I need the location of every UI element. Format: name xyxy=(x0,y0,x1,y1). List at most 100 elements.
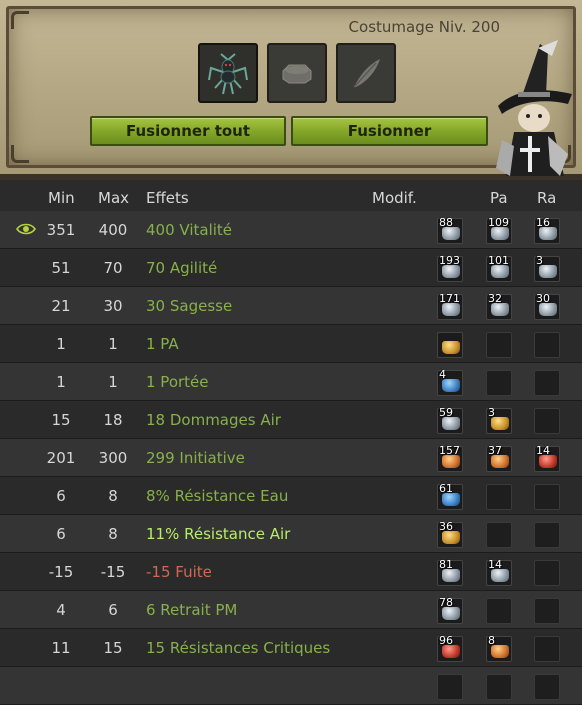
rune-slot-modif[interactable]: 61 xyxy=(437,482,463,510)
effect-text: 8% Résistance Eau xyxy=(146,487,289,505)
frame-corner xyxy=(11,11,29,29)
rune-slot-modif[interactable]: 157 xyxy=(437,444,463,472)
rune-slot-modif[interactable]: 59 xyxy=(437,406,463,434)
rune-slot-pa[interactable]: 8 xyxy=(486,634,512,662)
fuse-all-button[interactable]: Fusionner tout xyxy=(90,116,286,146)
rune-quantity: 171 xyxy=(439,292,460,305)
rune-quantity: 157 xyxy=(439,444,460,457)
rune-slot-modif[interactable]: 36 xyxy=(437,520,463,548)
table-row[interactable]: 21 30 30 Sagesse 171 32 30 xyxy=(0,287,582,325)
rune-slot-ra[interactable] xyxy=(534,674,560,700)
rune-slot-pa[interactable]: 37 xyxy=(486,444,512,472)
min-value: 6 xyxy=(56,487,66,505)
max-value: 15 xyxy=(103,639,123,657)
feather-icon xyxy=(353,59,380,88)
feather-slot[interactable] xyxy=(336,43,396,103)
min-value: 15 xyxy=(51,411,71,429)
table-row[interactable]: 11 15 15 Résistances Critiques 96 8 xyxy=(0,629,582,667)
min-value: 21 xyxy=(51,297,71,315)
rune-slot-modif[interactable]: 88 xyxy=(437,216,463,244)
octagon-rune-icon xyxy=(282,64,312,84)
rune-slot-ra[interactable]: 16 xyxy=(534,216,560,244)
table-row[interactable]: 51 70 70 Agilité 193 101 3 xyxy=(0,249,582,287)
column-header-modif: Modif. xyxy=(372,189,417,207)
costumage-level-label: Costumage Niv. 200 xyxy=(348,18,500,36)
rune-quantity: 14 xyxy=(488,558,502,571)
rune-slot-pa[interactable] xyxy=(486,522,512,548)
column-header-max: Max xyxy=(98,189,130,207)
rune-slot-ra[interactable] xyxy=(534,560,560,586)
rune-slot-modif[interactable]: 4 xyxy=(437,368,463,396)
max-value: 1 xyxy=(108,335,118,353)
max-value: 18 xyxy=(103,411,123,429)
rune-slot-ra[interactable] xyxy=(534,636,560,662)
effect-text: 299 Initiative xyxy=(146,449,245,467)
rune-quantity: 3 xyxy=(488,406,495,419)
rune-slot[interactable] xyxy=(267,43,327,103)
rune-quantity: 61 xyxy=(439,482,453,495)
min-value: 11 xyxy=(51,639,71,657)
rune-quantity: 14 xyxy=(536,444,550,457)
effect-text: 6 Retrait PM xyxy=(146,601,238,619)
rune-quantity: 3 xyxy=(536,254,543,267)
rune-slot-pa[interactable] xyxy=(486,484,512,510)
min-value: 1 xyxy=(56,373,66,391)
rune-slot-modif[interactable]: 193 xyxy=(437,254,463,282)
rune-slot-modif[interactable]: 78 xyxy=(437,596,463,624)
rune-quantity: 101 xyxy=(488,254,509,267)
rune-quantity: 81 xyxy=(439,558,453,571)
rune-slot-ra[interactable] xyxy=(534,598,560,624)
rune-slot-modif[interactable] xyxy=(437,674,463,700)
min-value: 51 xyxy=(51,259,71,277)
rune-slot-ra[interactable] xyxy=(534,370,560,396)
rune-slot-ra[interactable] xyxy=(534,484,560,510)
table-row[interactable]: 351 400 400 Vitalité 88 109 16 xyxy=(0,211,582,249)
rune-slot-pa[interactable] xyxy=(486,332,512,358)
rune-slot-ra[interactable] xyxy=(534,408,560,434)
rune-slot-pa[interactable]: 109 xyxy=(486,216,512,244)
rune-slot-pa[interactable] xyxy=(486,370,512,396)
effects-table: 351 400 400 Vitalité 88 109 16 51 70 70 Agilité 1… xyxy=(0,211,582,705)
rune-slot-ra[interactable]: 14 xyxy=(534,444,560,472)
column-header-pa: Pa xyxy=(490,189,508,207)
min-value: 4 xyxy=(56,601,66,619)
wizard-character-icon xyxy=(496,40,572,176)
item-slot-main[interactable] xyxy=(198,43,258,103)
rune-slot-ra[interactable] xyxy=(534,332,560,358)
rune-slot-modif[interactable]: 81 xyxy=(437,558,463,586)
table-row[interactable]: 6 8 8% Résistance Eau 61 xyxy=(0,477,582,515)
max-value: 300 xyxy=(98,449,128,467)
table-row[interactable]: 6 8 11% Résistance Air 36 xyxy=(0,515,582,553)
table-row[interactable]: -15 -15 -15 Fuite 81 14 xyxy=(0,553,582,591)
rune-slot-modif[interactable]: 171 xyxy=(437,292,463,320)
rune-slot-pa[interactable]: 3 xyxy=(486,406,512,434)
rune-slot-ra[interactable]: 3 xyxy=(534,254,560,282)
rune-slot-pa[interactable]: 32 xyxy=(486,292,512,320)
max-value: 1 xyxy=(108,373,118,391)
column-header-effets: Effets xyxy=(146,189,189,207)
min-value: -15 xyxy=(48,563,74,581)
table-row[interactable]: 15 18 18 Dommages Air 59 3 xyxy=(0,401,582,439)
table-row[interactable]: 201 300 299 Initiative 157 37 14 xyxy=(0,439,582,477)
table-row[interactable]: 1 1 1 PA xyxy=(0,325,582,363)
spider-creature-icon xyxy=(208,53,248,95)
rune-slot-modif[interactable]: 96 xyxy=(437,634,463,662)
table-row[interactable]: 1 1 1 Portée 4 xyxy=(0,363,582,401)
table-row[interactable]: 4 6 6 Retrait PM 78 xyxy=(0,591,582,629)
table-header: Min Max Effets Modif. Pa Ra xyxy=(0,186,582,210)
effect-text: 18 Dommages Air xyxy=(146,411,281,429)
rune-slot-pa[interactable]: 101 xyxy=(486,254,512,282)
eye-icon[interactable] xyxy=(16,222,36,236)
rune-slot-ra[interactable] xyxy=(534,522,560,548)
rune-slot-pa[interactable] xyxy=(486,674,512,700)
max-value: 400 xyxy=(98,221,128,239)
max-value: 30 xyxy=(103,297,123,315)
rune-slot-modif[interactable] xyxy=(437,332,463,358)
table-row[interactable] xyxy=(0,667,582,705)
rune-slot-ra[interactable]: 30 xyxy=(534,292,560,320)
rune-slot-pa[interactable] xyxy=(486,598,512,624)
min-value: 351 xyxy=(46,221,76,239)
fuse-button[interactable]: Fusionner xyxy=(291,116,488,146)
min-value: 6 xyxy=(56,525,66,543)
rune-slot-pa[interactable]: 14 xyxy=(486,558,512,586)
